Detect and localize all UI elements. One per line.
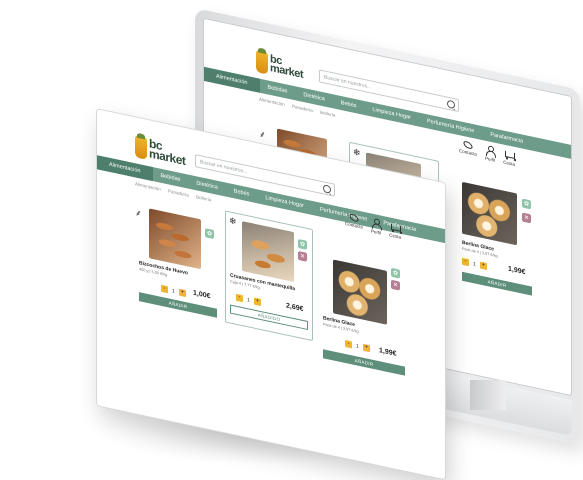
phone-icon (348, 213, 360, 223)
qty-minus-button[interactable]: - (462, 257, 469, 267)
bio-icon: ✿ (522, 198, 531, 210)
qty-minus-button[interactable]: - (236, 293, 243, 303)
qty-value: 1 (473, 260, 476, 268)
qty-minus-button[interactable]: - (161, 284, 168, 294)
nav-item-bebes[interactable]: Bebés (226, 187, 258, 200)
breadcrumb-item[interactable]: Panadería (292, 104, 313, 113)
product-card: ⸙ ✿ Bizcochos de Huevo 400 g | 5,00 €/kg… (135, 199, 219, 348)
breadcrumb-item[interactable]: Bollería (320, 110, 335, 118)
product-image[interactable] (242, 221, 294, 283)
search-icon[interactable] (447, 99, 455, 110)
contact-button[interactable]: Contacto (345, 212, 363, 232)
logo-text: bc market (149, 136, 186, 168)
profile-button[interactable]: Perfil (371, 217, 381, 235)
bio-icon: ✿ (298, 238, 307, 250)
wheat-icon: ⸙ (259, 128, 266, 141)
nav-item-limpieza[interactable]: Limpieza Hogar (257, 193, 312, 211)
breadcrumb-item[interactable]: Panadería (168, 188, 189, 197)
bio-icon: ✿ (205, 228, 214, 240)
brand-logo[interactable]: bc market (135, 135, 185, 168)
quantity-stepper: - 1 + (345, 339, 370, 353)
logo-line-2: market (149, 146, 186, 168)
gluten-icon: ✕ (391, 279, 400, 291)
brand-logo[interactable]: bc market (256, 49, 303, 82)
bio-icon: ✿ (391, 267, 400, 279)
product-card: ✿ ✕ Berlina Glace Pack de 4 | 3,97 €/kg … (319, 252, 409, 402)
qty-value: 1 (172, 287, 175, 295)
nav-item-bebidas[interactable]: Bebidas (153, 171, 189, 185)
nav-item-perfumeria[interactable]: Perfumería Higiene (419, 117, 482, 136)
product-image[interactable] (149, 208, 201, 270)
qty-plus-button[interactable]: + (479, 261, 487, 271)
nav-item-dietetica[interactable]: Dietética (188, 179, 225, 193)
quantity-stepper: - 1 + (462, 257, 487, 271)
snowflake-icon: ❄ (353, 146, 361, 159)
contact-label: Contacto (459, 148, 478, 157)
product-price: 2,69€ (286, 302, 304, 314)
profile-button[interactable]: Perfil (485, 145, 495, 163)
product-price: 1,00€ (193, 289, 211, 301)
product-card: ❄ ✿ ✕ Cruasanes con mantequilla Caja 4 |… (225, 210, 313, 342)
gluten-icon: ✕ (522, 212, 531, 224)
user-icon (485, 145, 495, 157)
qty-plus-button[interactable]: + (253, 297, 261, 307)
breadcrumb-item[interactable]: Bollería (196, 194, 211, 202)
nav-item-parafarmacia[interactable]: Parafarmacia (482, 130, 531, 146)
product-price: 1,99€ (508, 265, 526, 277)
logo-bag-icon (256, 49, 268, 75)
product-price: 1,99€ (379, 347, 397, 358)
product-image[interactable] (462, 181, 517, 246)
breadcrumb-item[interactable]: Alimentación (135, 181, 161, 191)
phone-icon (462, 140, 474, 150)
qty-minus-button[interactable]: - (345, 339, 352, 349)
nav-item-limpieza[interactable]: Limpieza Hogar (364, 105, 419, 123)
nav-item-alimentacion[interactable]: Alimentación (204, 66, 260, 93)
qty-plus-button[interactable]: + (362, 343, 370, 353)
breadcrumb-item[interactable]: Alimentación (259, 97, 285, 107)
logo-bag-icon (135, 135, 147, 160)
qty-value: 1 (247, 296, 250, 304)
scene: bc market Buscar en nuestros... Alimenta… (0, 0, 583, 480)
search-placeholder: Buscar en nuestros... (200, 159, 248, 176)
logo-text: bc market (270, 53, 303, 81)
snowflake-icon: ❄ (229, 215, 237, 227)
cart-button[interactable]: Cesta (389, 221, 401, 240)
wheat-icon: ⸙ (135, 207, 142, 219)
quantity-stepper: - 1 + (161, 284, 186, 298)
nav-item-bebes[interactable]: Bebés (333, 98, 365, 111)
contact-label: Contacto (345, 220, 364, 230)
search-icon[interactable] (323, 184, 331, 194)
product-image[interactable] (333, 259, 387, 325)
quantity-stepper: - 1 + (236, 293, 261, 307)
monitor-stand (470, 380, 506, 410)
product-card: ✿ ✕ Berlina Glace Pack de 4 | 3,97 €/kg … (444, 161, 544, 334)
qty-value: 1 (356, 342, 359, 350)
cart-icon (504, 149, 514, 161)
cart-icon (390, 222, 400, 234)
user-icon (371, 217, 381, 229)
gluten-icon: ✕ (298, 250, 307, 262)
search-placeholder: Buscar en nuestros... (324, 74, 372, 91)
nav-item-bebidas[interactable]: Bebidas (260, 83, 296, 97)
qty-plus-button[interactable]: + (178, 288, 186, 298)
nav-item-dietetica[interactable]: Dietética (295, 90, 332, 104)
cart-button[interactable]: Cesta (503, 149, 515, 168)
contact-button[interactable]: Contacto (459, 139, 477, 159)
